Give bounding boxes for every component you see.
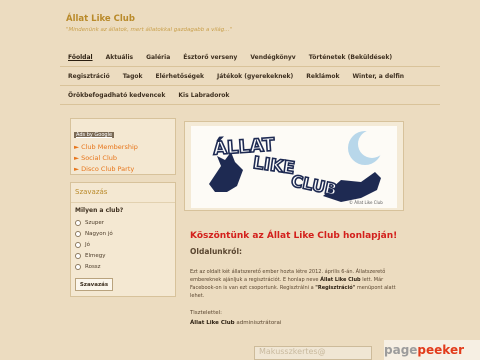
main-navigation: Főoldal Aktuális Galéria Észtorő verseny…: [60, 48, 440, 105]
welcome-heading: Köszöntünk az Állat Like Club honlapján!: [190, 231, 398, 241]
nav-row-2: Regisztráció Tagok Elérhetőségek Játékok…: [60, 67, 440, 86]
bottom-ad-banner[interactable]: Makusszkertes@: [254, 346, 372, 360]
nav-item-tortenetek[interactable]: Történetek (Beküldések): [309, 54, 392, 61]
nav-item-kis-labradorok[interactable]: Kis Labradorok: [178, 92, 229, 99]
logo-panel: ÁLLAT LIKE CLUB © Állat Like Club: [184, 121, 404, 211]
ads-by-google-label[interactable]: Ads by Google: [74, 132, 115, 138]
para-bold-site-name: Állat Like Club: [320, 277, 361, 283]
poll-option-label: Nagyon jó: [85, 230, 113, 237]
site-slogan: "Mindenünk az állatok, mert állatokkal g…: [66, 27, 233, 33]
poll-option[interactable]: Nagyon jó: [71, 228, 175, 239]
about-subheading: Oldalunkról:: [190, 247, 243, 256]
radio-button[interactable]: [75, 219, 81, 226]
nav-item-regisztracio[interactable]: Regisztráció: [68, 73, 110, 80]
nav-item-winter-delfin[interactable]: Winter, a delfin: [352, 73, 404, 80]
pagepeeker-watermark: page peeker: [384, 340, 480, 360]
radio-button[interactable]: [75, 263, 81, 270]
logo-text-line3: CLUB: [289, 171, 338, 199]
nav-item-esztoro-verseny[interactable]: Észtorő verseny: [183, 54, 237, 61]
site-header: Állat Like Club "Mindenünk az állatok, m…: [66, 14, 232, 33]
poll-option[interactable]: Rossz: [71, 261, 175, 272]
watermark-part-page: page: [384, 343, 418, 357]
poll-title: Szavazás: [71, 183, 175, 203]
nav-row-3: Örökbefogadható kedvencek Kis Labradorok: [60, 86, 440, 105]
radio-button[interactable]: [75, 230, 81, 237]
poll-option-label: Szuper: [85, 219, 105, 226]
ad-link-disco-club-party[interactable]: ► Disco Club Party: [74, 165, 172, 173]
signature: Tisztelettel: Állat Like Club adminisztr…: [190, 308, 410, 328]
nav-item-vendegkonyv[interactable]: Vendégkönyv: [250, 54, 295, 61]
main-content: Köszöntünk az Állat Like Club honlapján!…: [190, 230, 410, 328]
site-title[interactable]: Állat Like Club: [66, 14, 232, 24]
nav-item-tagok[interactable]: Tagok: [123, 73, 143, 80]
about-paragraph: Ezt az oldalt két állatszerető ember hoz…: [190, 268, 410, 300]
nav-row-1: Főoldal Aktuális Galéria Észtorő verseny…: [60, 48, 440, 67]
nav-item-fooldal[interactable]: Főoldal: [68, 54, 93, 61]
ad-link-social-club[interactable]: ► Social Club: [74, 154, 172, 162]
logo-text-line2: LIKE: [252, 153, 296, 179]
nav-item-aktualis[interactable]: Aktuális: [106, 54, 134, 61]
poll-question: Milyen a club?: [75, 207, 124, 214]
para-bold-registration: "Regisztráció": [315, 285, 356, 291]
signature-greeting: Tisztelettel:: [190, 310, 223, 316]
nav-item-galeria[interactable]: Galéria: [146, 54, 170, 61]
signature-name: Állat Like Club: [190, 320, 235, 326]
nav-item-elerhetosegek[interactable]: Elérhetőségek: [156, 73, 205, 80]
ad-link-club-membership[interactable]: ► Club Membership: [74, 143, 172, 151]
poll-option[interactable]: Elmegy: [71, 250, 175, 261]
poll-option-label: Rossz: [85, 263, 101, 270]
radio-button[interactable]: [75, 241, 81, 248]
poll-option[interactable]: Jó: [71, 239, 175, 250]
signature-role: adminisztrátorai: [234, 320, 282, 326]
poll-option-label: Elmegy: [85, 252, 106, 259]
sidebar: Ads by Google ► Club Membership ► Social…: [70, 118, 176, 297]
logo-credit: © Állat Like Club: [349, 200, 383, 205]
watermark-part-peeker: peeker: [417, 343, 465, 357]
poll-option[interactable]: Szuper: [71, 217, 175, 228]
radio-button[interactable]: [75, 252, 81, 259]
club-logo-svg: ÁLLAT LIKE CLUB © Állat Like Club: [209, 130, 386, 205]
vote-button[interactable]: Szavazás: [75, 278, 113, 291]
ads-box: Ads by Google ► Club Membership ► Social…: [70, 118, 176, 175]
poll-box: Szavazás Milyen a club? Szuper Nagyon jó…: [70, 182, 176, 297]
signature-line: Állat Like Club adminisztrátorai: [190, 318, 410, 328]
nav-item-jatekok[interactable]: Játékok (gyerekeknek): [217, 73, 293, 80]
poll-option-label: Jó: [85, 241, 90, 248]
nav-item-orokbefogadhato[interactable]: Örökbefogadható kedvencek: [68, 92, 165, 99]
club-logo-image: ÁLLAT LIKE CLUB © Állat Like Club: [191, 126, 397, 208]
nav-item-reklamok[interactable]: Reklámok: [306, 73, 339, 80]
